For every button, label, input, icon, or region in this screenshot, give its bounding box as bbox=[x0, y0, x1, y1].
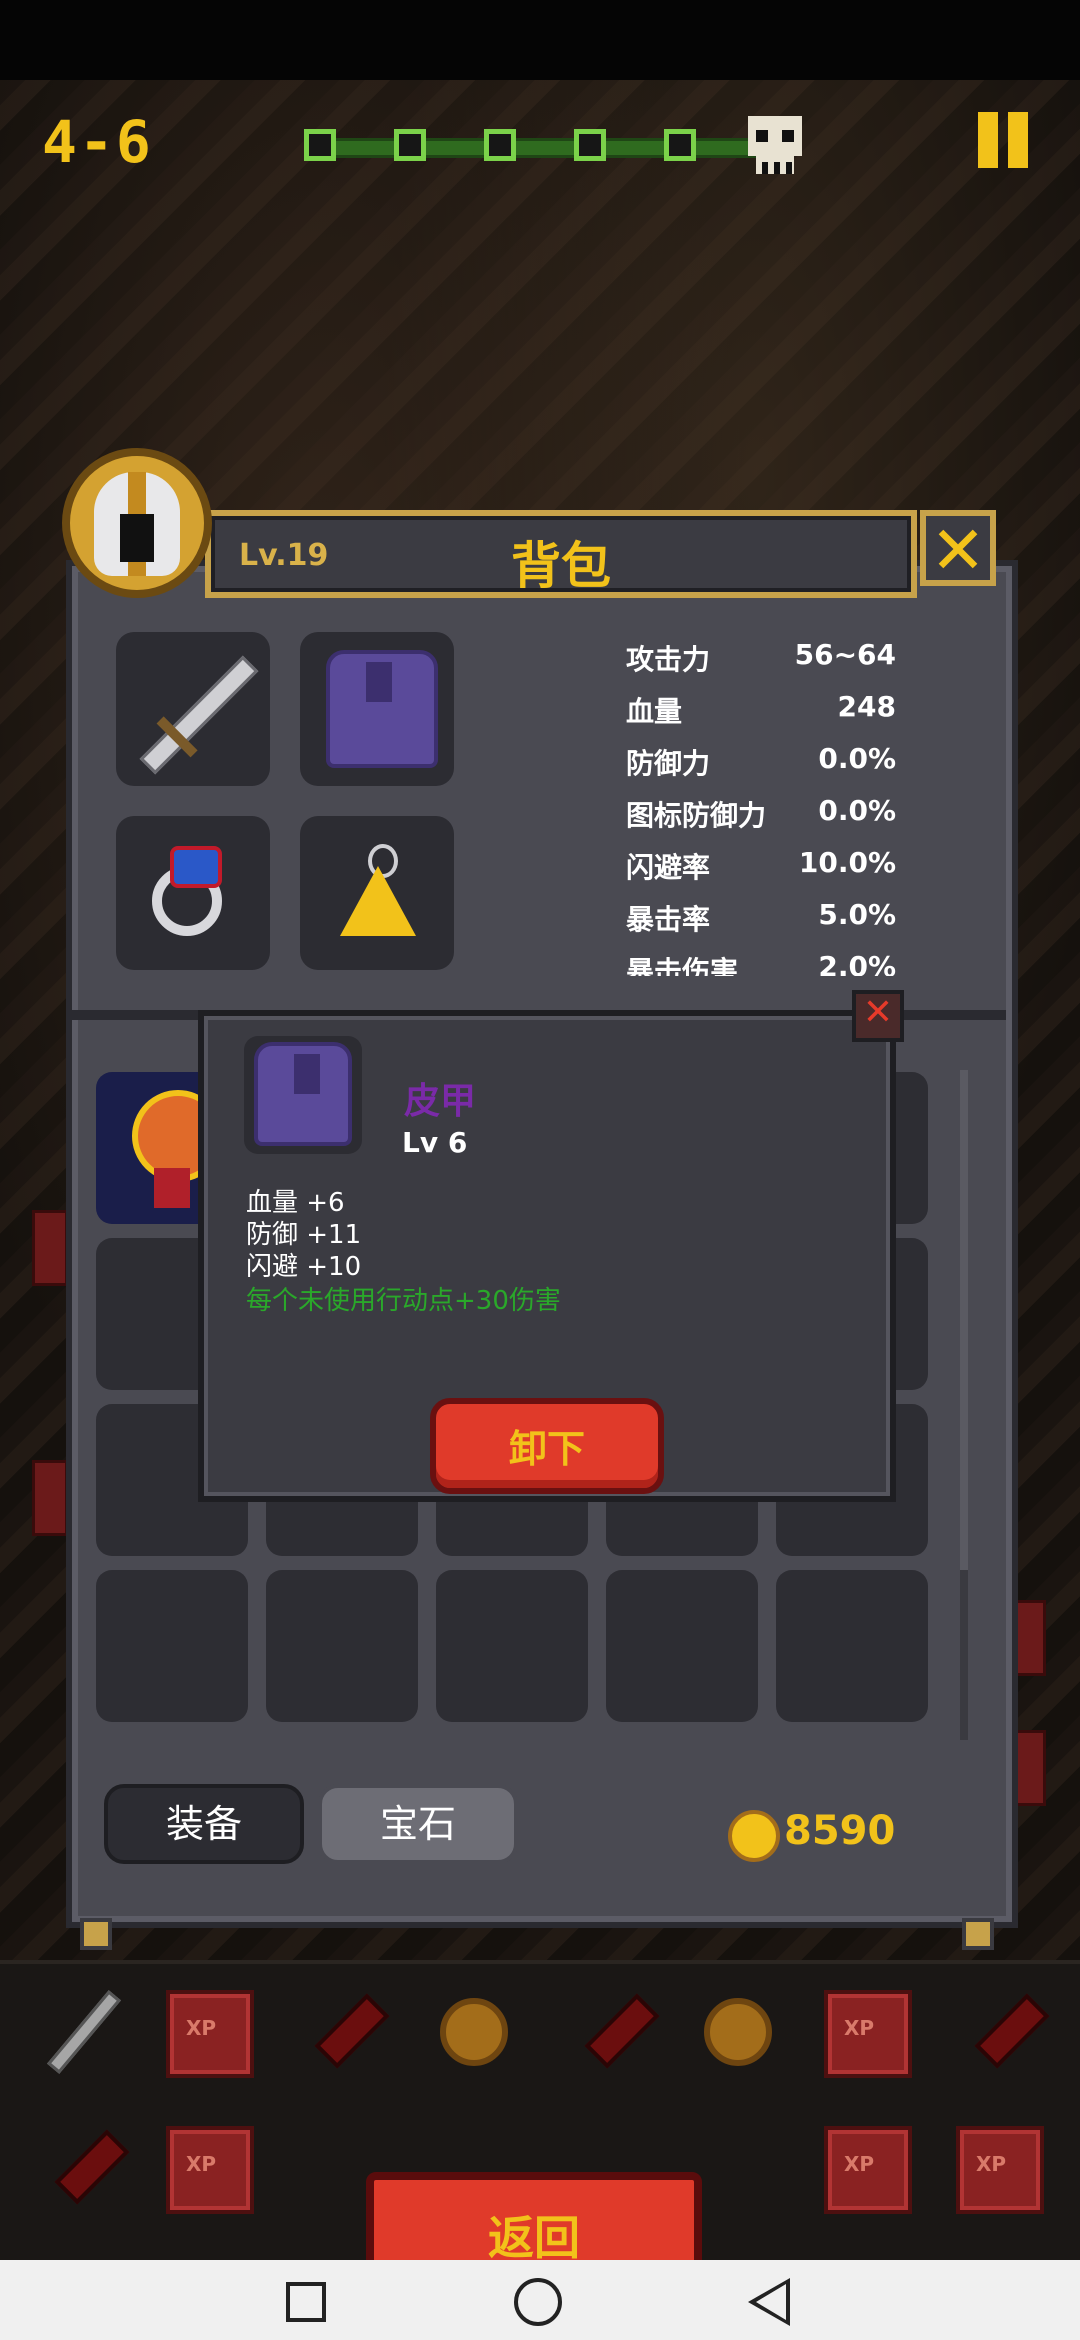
home-button[interactable] bbox=[514, 2278, 562, 2326]
amulet-slot[interactable] bbox=[300, 816, 454, 970]
inventory-slot[interactable] bbox=[96, 1570, 248, 1722]
inventory-slot[interactable] bbox=[606, 1570, 758, 1722]
tab-gems[interactable]: 宝石 bbox=[318, 1784, 518, 1864]
skull-icon bbox=[748, 116, 802, 174]
stat-icon-defense: 图标防御力 0.0% bbox=[626, 794, 896, 832]
tooltip-stat-line: 闪避 +10 bbox=[246, 1252, 362, 1282]
inventory-slot[interactable] bbox=[776, 1570, 928, 1722]
close-icon: ✕ bbox=[930, 512, 986, 589]
star-amulet-icon bbox=[340, 866, 416, 936]
sword-item bbox=[36, 1990, 121, 2074]
unequip-button[interactable]: 卸下 bbox=[430, 1398, 664, 1494]
player-avatar[interactable] bbox=[62, 448, 212, 598]
corner-stud bbox=[962, 1918, 994, 1950]
tooltip-close-button[interactable]: ✕ bbox=[852, 990, 904, 1042]
side-book-item bbox=[32, 1460, 68, 1536]
sword-icon bbox=[139, 655, 259, 775]
panel-title: 背包 bbox=[511, 537, 611, 595]
tab-equipment[interactable]: 装备 bbox=[104, 1784, 304, 1864]
inventory-slot[interactable] bbox=[436, 1570, 588, 1722]
ring-slot[interactable] bbox=[116, 816, 270, 970]
coin-item bbox=[704, 1998, 784, 2078]
stat-crit-rate: 暴击率 5.0% bbox=[626, 898, 896, 936]
xp-book-item bbox=[956, 2126, 1044, 2214]
tooltip-item-level: Lv 6 bbox=[402, 1126, 468, 1159]
weapon-slot[interactable] bbox=[116, 632, 270, 786]
xp-book-item bbox=[166, 2126, 254, 2214]
pause-button[interactable] bbox=[972, 112, 1032, 168]
progress-node bbox=[664, 129, 696, 161]
scrollbar-thumb[interactable] bbox=[960, 1070, 968, 1570]
gold-amount: 8590 bbox=[784, 1808, 896, 1854]
potion-item bbox=[576, 1990, 660, 2070]
xp-book-item bbox=[824, 1990, 912, 2078]
leather-armor-icon bbox=[326, 650, 438, 768]
progress-node bbox=[394, 129, 426, 161]
leather-armor-icon bbox=[254, 1042, 352, 1146]
potion-item bbox=[46, 2126, 130, 2206]
status-bar bbox=[0, 0, 1080, 80]
recent-apps-button[interactable] bbox=[286, 2282, 326, 2322]
corner-stud bbox=[80, 1918, 112, 1950]
progress-node bbox=[484, 129, 516, 161]
xp-book-item bbox=[166, 1990, 254, 2078]
close-button[interactable]: ✕ bbox=[920, 510, 996, 589]
inventory-slot[interactable] bbox=[266, 1570, 418, 1722]
progress-node bbox=[304, 129, 336, 161]
stat-crit-damage: 暴击伤害 2.0% bbox=[626, 950, 896, 976]
ring-gem-icon bbox=[170, 846, 222, 888]
potion-item bbox=[306, 1990, 390, 2070]
side-book-item bbox=[32, 1210, 68, 1286]
close-icon: ✕ bbox=[862, 992, 894, 1033]
tooltip-item-icon-box bbox=[244, 1036, 362, 1154]
unequip-label: 卸下 bbox=[508, 1427, 585, 1471]
gold-coin-icon bbox=[728, 1810, 780, 1862]
stage-label: 4-6 bbox=[42, 108, 153, 176]
armor-slot[interactable] bbox=[300, 632, 454, 786]
pause-icon bbox=[978, 112, 998, 168]
return-label: 返回 bbox=[488, 2211, 580, 2265]
coin-item bbox=[440, 1998, 520, 2078]
xp-book-item bbox=[824, 2126, 912, 2214]
progress-node bbox=[574, 129, 606, 161]
stat-defense: 防御力 0.0% bbox=[626, 742, 896, 780]
stat-dodge: 闪避率 10.0% bbox=[626, 846, 896, 884]
potion-item bbox=[966, 1990, 1050, 2070]
tooltip-effect-line: 每个未使用行动点+30伤害 bbox=[246, 1286, 561, 1316]
stat-attack: 攻击力 56~64 bbox=[626, 638, 896, 676]
tooltip-item-name: 皮甲 bbox=[404, 1081, 477, 1122]
backpack-title-bar: Lv.19 背包 bbox=[205, 510, 917, 598]
stat-hp: 血量 248 bbox=[626, 690, 896, 728]
